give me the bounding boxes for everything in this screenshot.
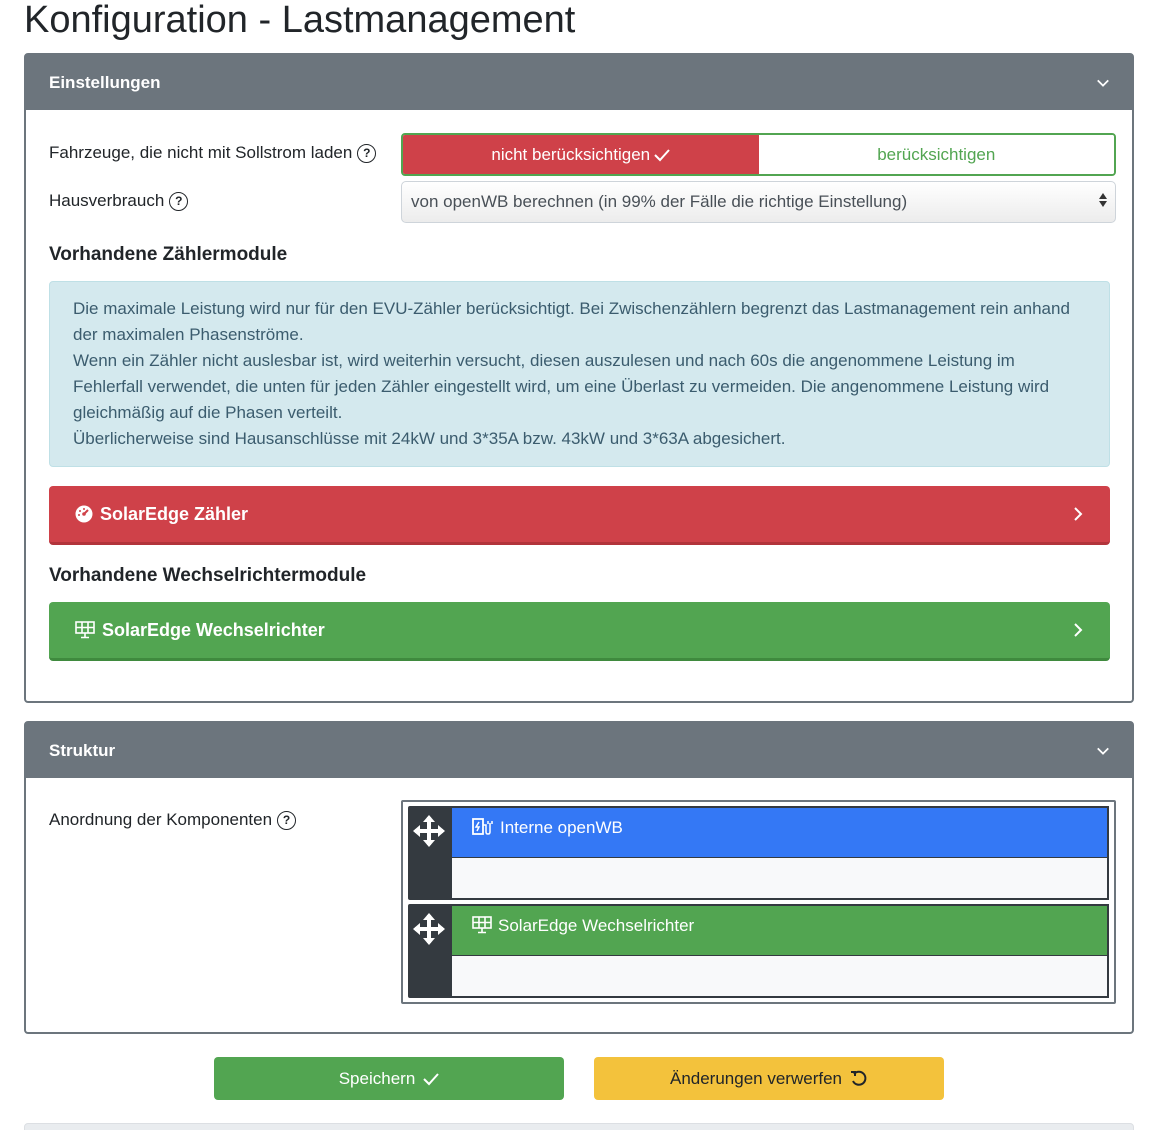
option-not-considered-label: nicht berücksichtigen [491, 144, 651, 164]
arrangement-label: Anordnung der Komponenten [49, 810, 273, 829]
solar-panel-icon [75, 621, 95, 639]
gauge-icon [75, 505, 93, 523]
settings-card-title: Einstellungen [49, 72, 161, 92]
structure-card-header[interactable]: Struktur [26, 723, 1132, 778]
settings-card: Einstellungen Fahrzeuge, die nicht mit S… [24, 53, 1134, 703]
move-arrows-icon [413, 913, 445, 945]
option-considered[interactable]: berücksichtigen [758, 135, 1114, 174]
counter-modules-heading: Vorhandene Zählermodule [49, 244, 288, 265]
solar-panel-icon [472, 916, 492, 934]
vehicles-row-label: Fahrzeuge, die nicht mit Sollstrom laden… [49, 143, 377, 163]
component-children-dropzone[interactable] [450, 955, 1109, 998]
info-line: Überlicherweise sind Hausanschlüsse mit … [73, 429, 786, 448]
component-header-inverter[interactable]: SolarEdge Wechselrichter [450, 904, 1109, 955]
info-line: Die maximale Leistung wird nur für den E… [73, 299, 1070, 344]
component-label: SolarEdge Wechselrichter [498, 916, 695, 935]
vehicles-toggle-group: nicht berücksichtigen berücksichtigen [401, 133, 1116, 176]
component-item: Interne openWB [408, 806, 1109, 900]
info-alert: Die maximale Leistung wird nur für den E… [49, 281, 1110, 467]
next-card-edge [24, 1123, 1134, 1130]
structure-card-title: Struktur [49, 740, 116, 760]
option-not-considered[interactable]: nicht berücksichtigen [403, 135, 759, 174]
inverter-modules-heading: Vorhandene Wechselrichtermodule [49, 565, 367, 586]
discard-button[interactable]: Änderungen verwerfen [594, 1057, 944, 1100]
check-icon [654, 148, 670, 161]
save-button[interactable]: Speichern [214, 1057, 564, 1100]
discard-button-label: Änderungen verwerfen [669, 1068, 842, 1088]
move-arrows-icon [413, 815, 445, 847]
inverter-module-solaredge[interactable]: SolarEdge Wechselrichter [49, 602, 1110, 661]
house-label: Hausverbrauch [49, 191, 165, 210]
option-considered-label: berücksichtigen [877, 144, 996, 164]
save-button-label: Speichern [338, 1068, 416, 1088]
counter-module-label: SolarEdge Zähler [100, 503, 249, 524]
component-item: SolarEdge Wechselrichter [408, 904, 1109, 998]
help-icon[interactable]: ? [357, 143, 377, 163]
chevron-right-icon [1074, 623, 1083, 637]
page-title: Konfiguration - Lastmanagement [24, 0, 576, 41]
undo-icon [851, 1070, 867, 1086]
inverter-module-label: SolarEdge Wechselrichter [102, 619, 325, 640]
house-consumption-select[interactable]: von openWB berechnen (in 99% der Fälle d… [401, 181, 1116, 223]
arrangement-row-label: Anordnung der Komponenten ? [49, 810, 297, 830]
help-icon[interactable]: ? [277, 810, 297, 830]
settings-card-header[interactable]: Einstellungen [26, 55, 1132, 110]
house-row-label: Hausverbrauch ? [49, 191, 189, 211]
vehicles-label: Fahrzeuge, die nicht mit Sollstrom laden [49, 143, 353, 162]
check-icon [423, 1072, 440, 1085]
chevron-down-icon[interactable] [1096, 744, 1110, 758]
component-children-dropzone[interactable] [450, 857, 1109, 900]
component-tree: Interne openWB SolarEdge Wechselrichter [401, 800, 1116, 1004]
counter-module-solaredge[interactable]: SolarEdge Zähler [49, 486, 1110, 545]
select-arrows-icon [1099, 193, 1107, 207]
component-label: Interne openWB [500, 818, 623, 837]
chevron-down-icon[interactable] [1096, 76, 1110, 90]
drag-handle[interactable] [408, 806, 450, 900]
charging-station-icon [472, 818, 493, 835]
drag-handle[interactable] [408, 904, 450, 998]
component-header-openwb[interactable]: Interne openWB [450, 806, 1109, 857]
help-icon[interactable]: ? [169, 191, 189, 211]
info-line: Wenn ein Zähler nicht auslesbar ist, wir… [73, 351, 1050, 422]
structure-card: Struktur Anordnung der Komponenten ? Int… [24, 721, 1134, 1034]
chevron-right-icon [1074, 507, 1083, 521]
house-consumption-value: von openWB berechnen (in 99% der Fälle d… [411, 192, 908, 211]
